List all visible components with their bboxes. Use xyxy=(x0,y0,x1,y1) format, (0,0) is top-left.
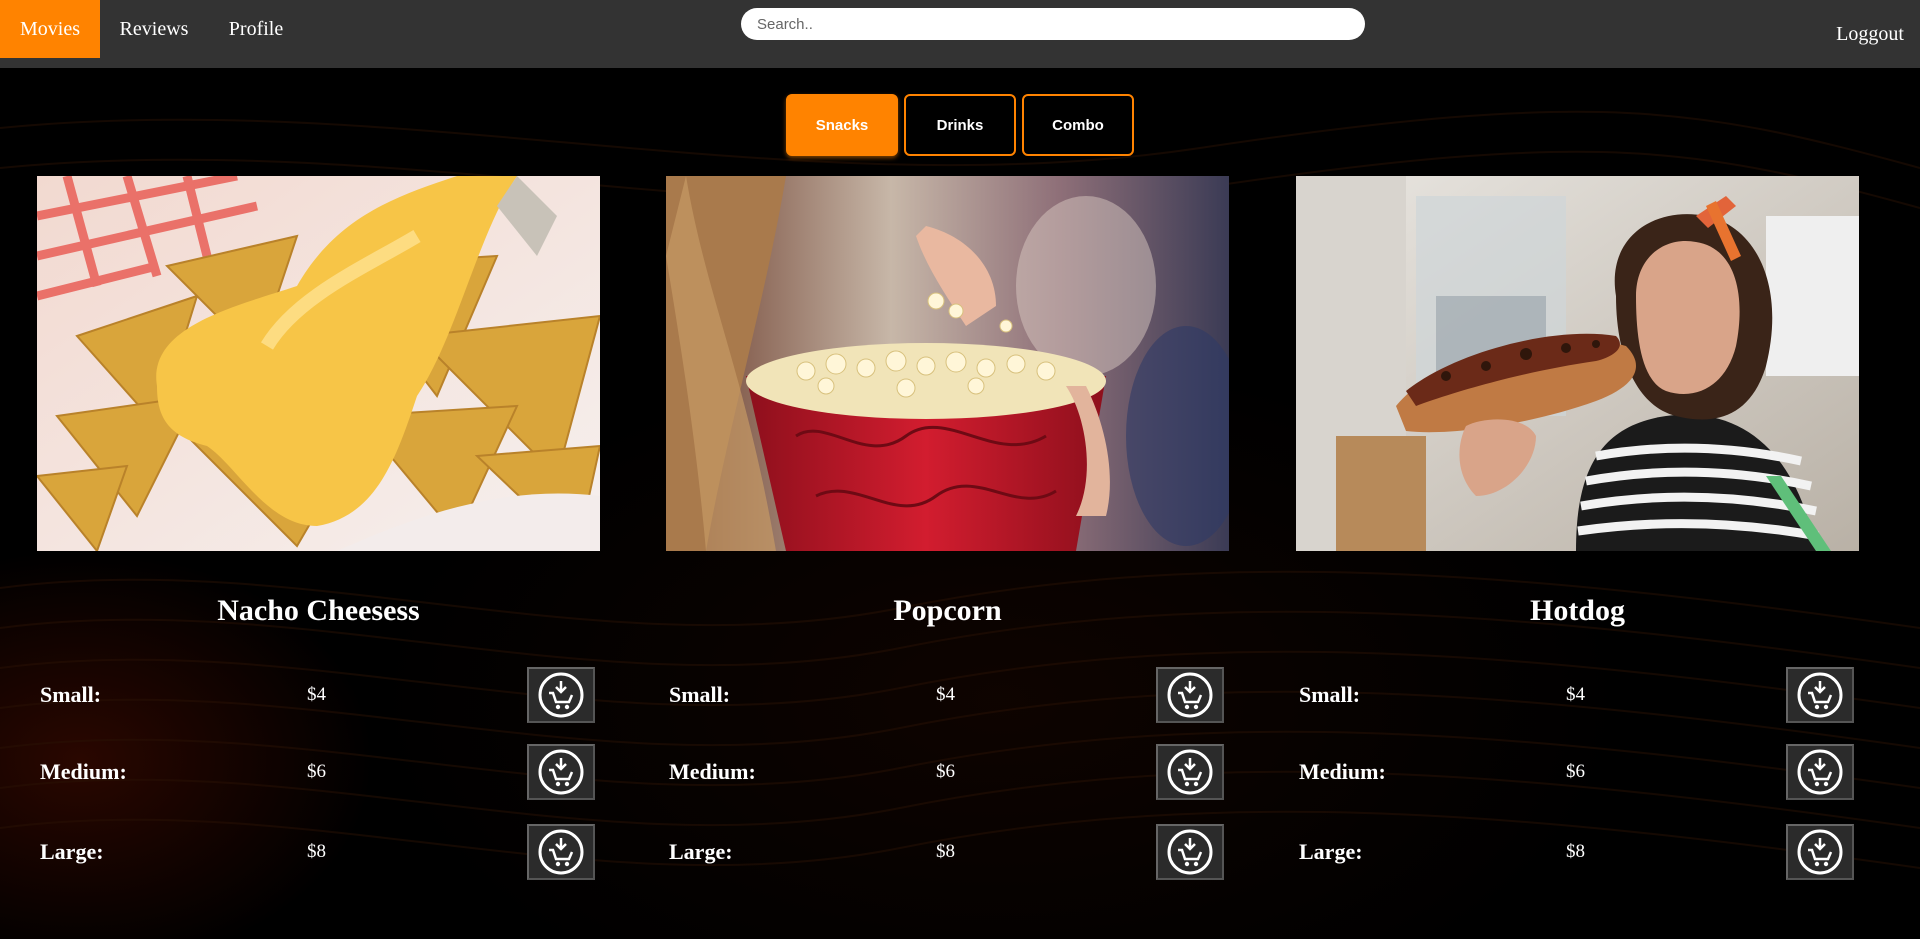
size-price: $8 xyxy=(936,841,955,862)
size-label: Large: xyxy=(669,839,733,864)
add-to-cart-icon xyxy=(538,749,584,795)
popcorn-bucket-photo xyxy=(666,176,1229,551)
product-title: Hotdog xyxy=(1529,594,1625,627)
size-row-large: Large: $8 xyxy=(1296,824,1866,880)
size-label: Medium: xyxy=(669,759,756,784)
add-to-cart-icon xyxy=(538,672,584,718)
add-to-cart-icon xyxy=(1797,672,1843,718)
category-tabs: Snacks Drinks Combo xyxy=(786,94,1134,156)
nav-profile[interactable]: Profile xyxy=(208,0,304,58)
add-to-cart-button[interactable] xyxy=(1786,824,1854,880)
size-label: Large: xyxy=(40,839,104,864)
size-row-small: Small: $4 xyxy=(666,667,1236,723)
add-to-cart-icon xyxy=(1167,672,1213,718)
woman-eating-hotdog-photo xyxy=(1296,176,1859,551)
add-to-cart-button[interactable] xyxy=(1156,824,1224,880)
nav-logout[interactable]: Loggout xyxy=(1820,0,1920,68)
size-price: $6 xyxy=(307,761,326,782)
size-label: Medium: xyxy=(1299,759,1386,784)
add-to-cart-button[interactable] xyxy=(527,667,595,723)
size-row-medium: Medium: $6 xyxy=(37,744,607,800)
add-to-cart-icon xyxy=(1167,749,1213,795)
product-title: Popcorn xyxy=(893,594,1002,627)
size-row-large: Large: $8 xyxy=(37,824,607,880)
top-navbar: Movies Reviews Profile Loggout xyxy=(0,0,1920,68)
nachos-with-cheese-photo xyxy=(37,176,600,551)
search-input[interactable] xyxy=(741,8,1365,40)
product-card-popcorn: Popcorn Small: $4 Medium: $6 Large: $8 xyxy=(666,176,1229,880)
size-row-large: Large: $8 xyxy=(666,824,1236,880)
size-price: $8 xyxy=(307,841,326,862)
add-to-cart-button[interactable] xyxy=(1786,667,1854,723)
add-to-cart-button[interactable] xyxy=(1156,667,1224,723)
add-to-cart-icon xyxy=(1797,749,1843,795)
size-label: Small: xyxy=(1299,682,1361,707)
size-label: Large: xyxy=(1299,839,1363,864)
add-to-cart-button[interactable] xyxy=(1156,744,1224,800)
size-price: $4 xyxy=(936,684,955,705)
size-price: $4 xyxy=(1566,684,1585,705)
page: Movies Reviews Profile Loggout Snacks Dr… xyxy=(0,0,1920,939)
size-price: $6 xyxy=(936,761,955,782)
add-to-cart-button[interactable] xyxy=(527,824,595,880)
product-title: Nacho Cheesess xyxy=(217,594,420,627)
tab-snacks[interactable]: Snacks xyxy=(786,94,898,156)
size-label: Small: xyxy=(40,682,102,707)
product-card-hotdog: Hotdog Small: $4 Medium: $6 Large: $8 xyxy=(1296,176,1859,880)
size-row-medium: Medium: $6 xyxy=(1296,744,1866,800)
add-to-cart-icon xyxy=(538,829,584,875)
nav-reviews[interactable]: Reviews xyxy=(100,0,208,58)
nav-movies[interactable]: Movies xyxy=(0,0,100,58)
size-price: $8 xyxy=(1566,841,1585,862)
add-to-cart-icon xyxy=(1167,829,1213,875)
tab-drinks[interactable]: Drinks xyxy=(904,94,1016,156)
add-to-cart-button[interactable] xyxy=(527,744,595,800)
size-row-medium: Medium: $6 xyxy=(666,744,1236,800)
add-to-cart-icon xyxy=(1797,829,1843,875)
product-card-nachos: Nacho Cheesess Small: $4 Medium: $6 Larg… xyxy=(37,176,600,880)
size-label: Small: xyxy=(669,682,731,707)
size-label: Medium: xyxy=(40,759,127,784)
size-price: $6 xyxy=(1566,761,1585,782)
add-to-cart-button[interactable] xyxy=(1786,744,1854,800)
size-row-small: Small: $4 xyxy=(1296,667,1866,723)
tab-combo[interactable]: Combo xyxy=(1022,94,1134,156)
size-price: $4 xyxy=(307,684,326,705)
size-row-small: Small: $4 xyxy=(37,667,607,723)
